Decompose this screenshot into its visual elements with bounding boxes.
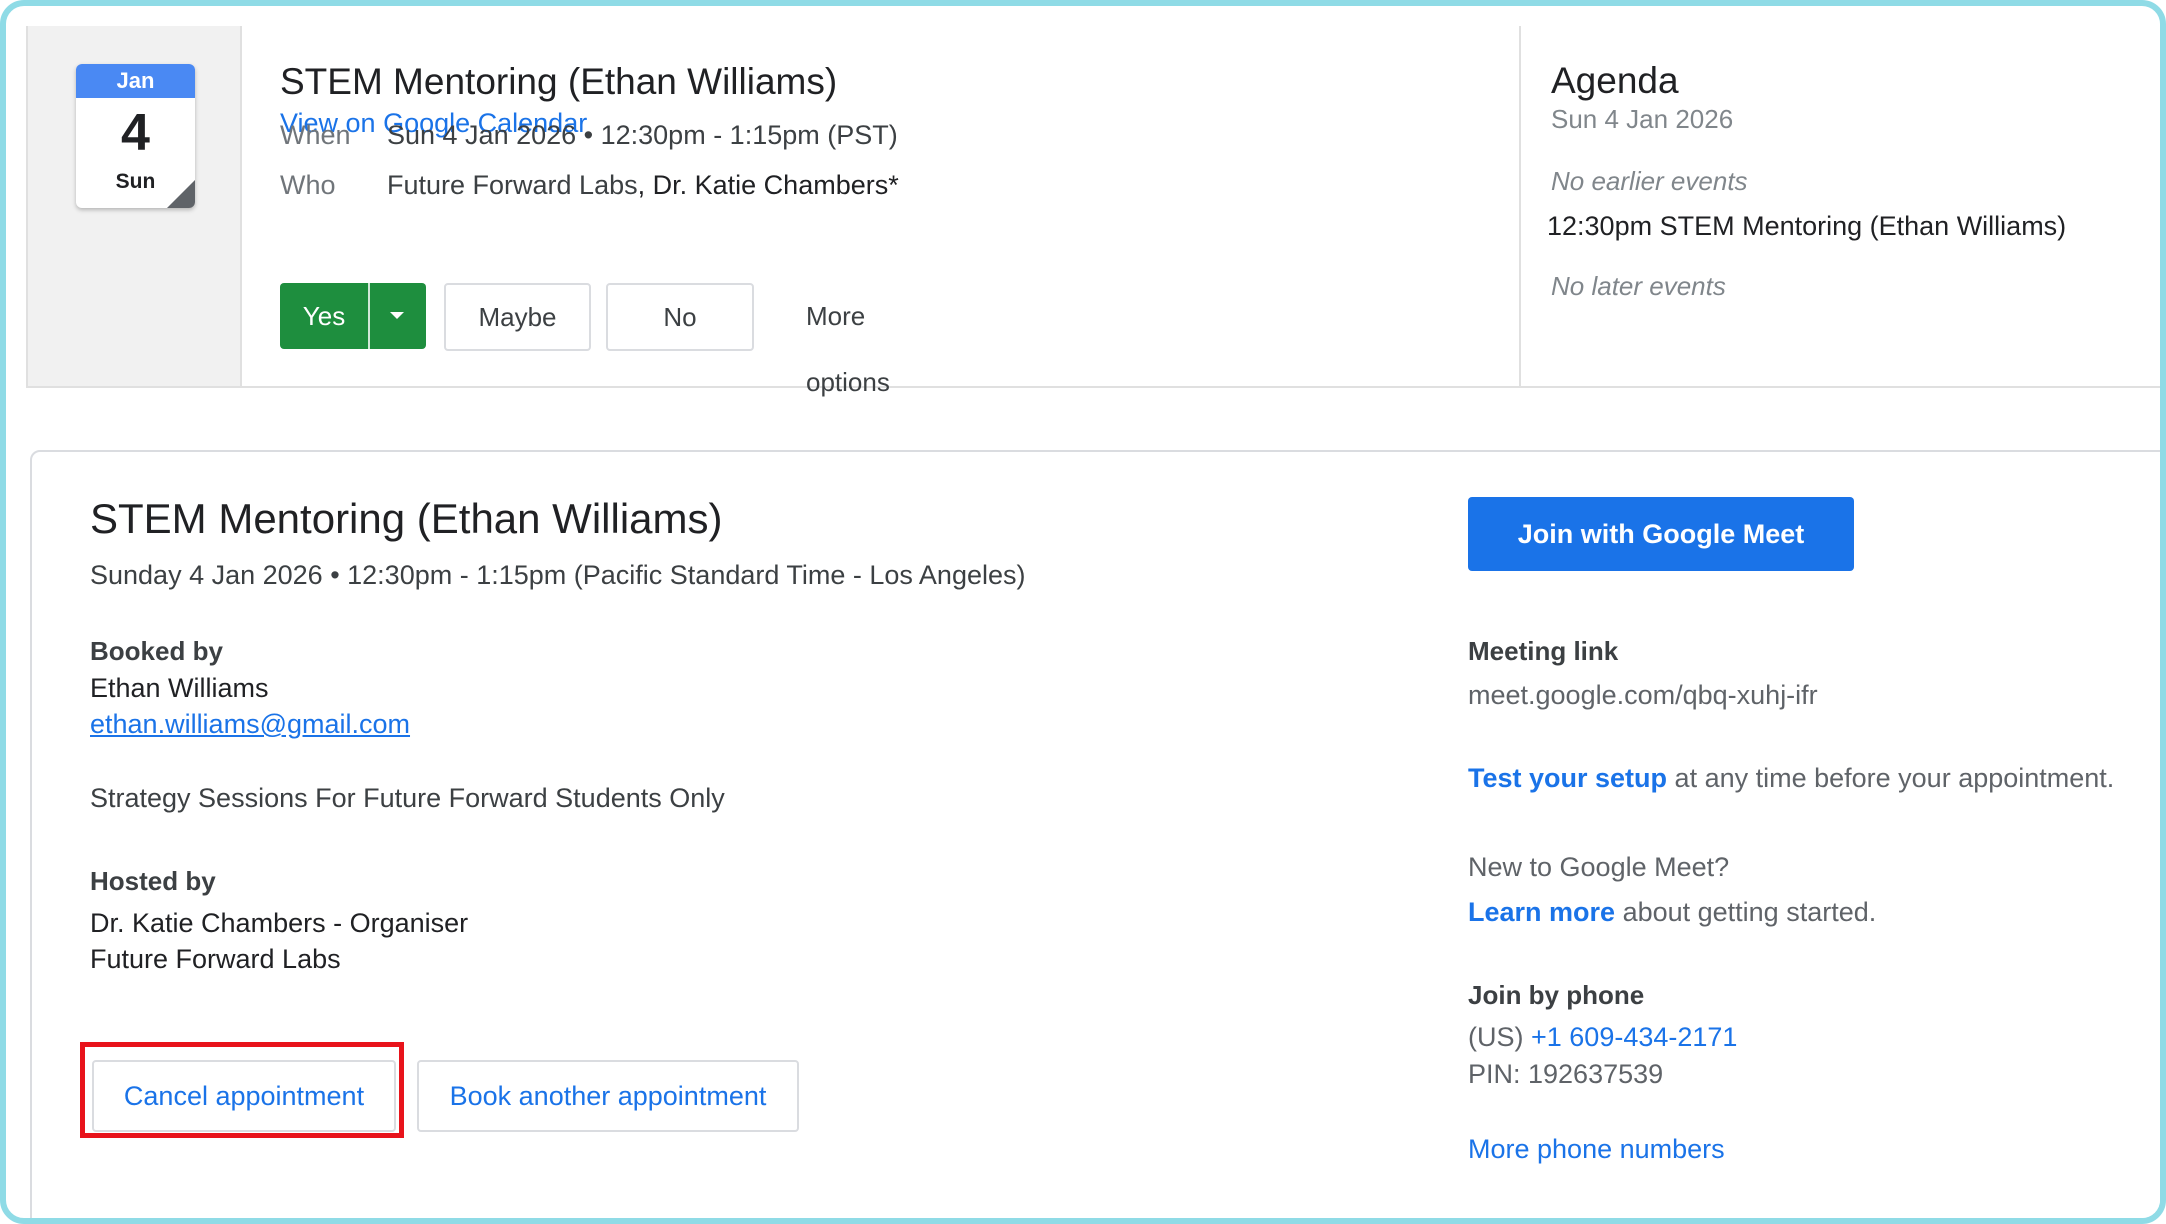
join-google-meet-button[interactable]: Join with Google Meet [1468,497,1854,571]
calendar-icon: Jan 4 Sun [76,64,195,208]
join-by-phone-heading: Join by phone [1468,980,1645,1010]
who-separator: , [637,170,646,200]
agenda-no-later-events: No later events [1551,271,1726,301]
booked-by-heading: Booked by [90,636,223,666]
calendar-icon-day: 4 [121,104,150,162]
phone-country: (US) [1468,1022,1531,1052]
appointment-datetime: Sunday 4 Jan 2026 • 12:30pm - 1:15pm (Pa… [90,560,1026,590]
agenda-title: Agenda [1551,60,1679,101]
agenda-date: Sun 4 Jan 2026 [1551,104,1734,134]
hosted-by-heading: Hosted by [90,866,216,896]
who-row: Who Future Forward Labs, Dr. Katie Chambe… [280,168,899,202]
event-invite-card: Jan 4 Sun STEM Mentoring (Ethan Williams… [26,26,2160,397]
book-another-appointment-button[interactable]: Book another appointment [417,1060,799,1132]
learn-more-link[interactable]: Learn more [1468,897,1615,927]
rsvp-yes-split-button: Yes [280,283,426,349]
host-organization: Future Forward Labs [90,944,341,974]
appointment-title: STEM Mentoring (Ethan Williams) [90,495,723,542]
rsvp-maybe-button[interactable]: Maybe [444,283,591,351]
page-fold-icon [167,180,195,208]
phone-number-link[interactable]: +1 609-434-2171 [1531,1022,1737,1052]
calendar-icon-month: Jan [76,64,195,98]
agenda-panel: Agenda Sun 4 Jan 2026 No earlier events … [1519,26,2160,386]
new-to-meet-text: New to Google Meet? [1468,852,1730,882]
rsvp-yes-button[interactable]: Yes [280,283,368,349]
agenda-event-item[interactable]: 12:30pm STEM Mentoring (Ethan Williams) [1547,211,2066,242]
booked-by-name: Ethan Williams [90,673,269,703]
booked-by-email-link[interactable]: ethan.williams@gmail.com [90,709,410,740]
meeting-link-heading: Meeting link [1468,636,1619,666]
when-label: When [280,120,351,150]
phone-line: (US) +1 609-434-2171 [1468,1022,1737,1053]
learn-more-text: about getting started. [1615,897,1877,927]
when-row: When Sun 4 Jan 2026 • 12:30pm - 1:15pm (P… [280,118,898,152]
agenda-no-earlier-events: No earlier events [1551,166,1748,196]
learn-more-line: Learn more about getting started. [1468,897,1876,928]
window-frame: Jan 4 Sun STEM Mentoring (Ethan Williams… [0,0,2166,1224]
meeting-link-url[interactable]: meet.google.com/qbq-xuhj-ifr [1468,680,1818,711]
phone-pin: PIN: 192637539 [1468,1059,1664,1089]
who-organization: Future Forward Labs [387,170,638,200]
test-setup-link[interactable]: Test your setup [1468,763,1667,793]
host-name: Dr. Katie Chambers - Organiser [90,908,469,938]
appointment-details-card: STEM Mentoring (Ethan Williams) Sunday 4… [30,450,2160,1218]
event-title: STEM Mentoring (Ethan Williams) [280,61,838,102]
more-options-button[interactable]: More options [806,283,890,415]
test-setup-line: Test your setup at any time before your … [1468,763,2114,794]
who-person: Dr. Katie Chambers* [652,170,899,200]
caret-down-icon[interactable] [390,312,404,319]
test-setup-text: at any time before your appointment. [1667,763,2115,793]
date-column: Jan 4 Sun [28,26,242,386]
when-value: Sun 4 Jan 2026 • 12:30pm - 1:15pm (PST) [387,120,898,150]
who-label: Who [280,170,336,200]
appointment-description: Strategy Sessions For Future Forward Stu… [90,783,725,813]
rsvp-no-button[interactable]: No [606,283,754,351]
split-divider [368,283,370,349]
highlight-box [80,1042,404,1138]
more-phone-numbers-link[interactable]: More phone numbers [1468,1134,1725,1165]
